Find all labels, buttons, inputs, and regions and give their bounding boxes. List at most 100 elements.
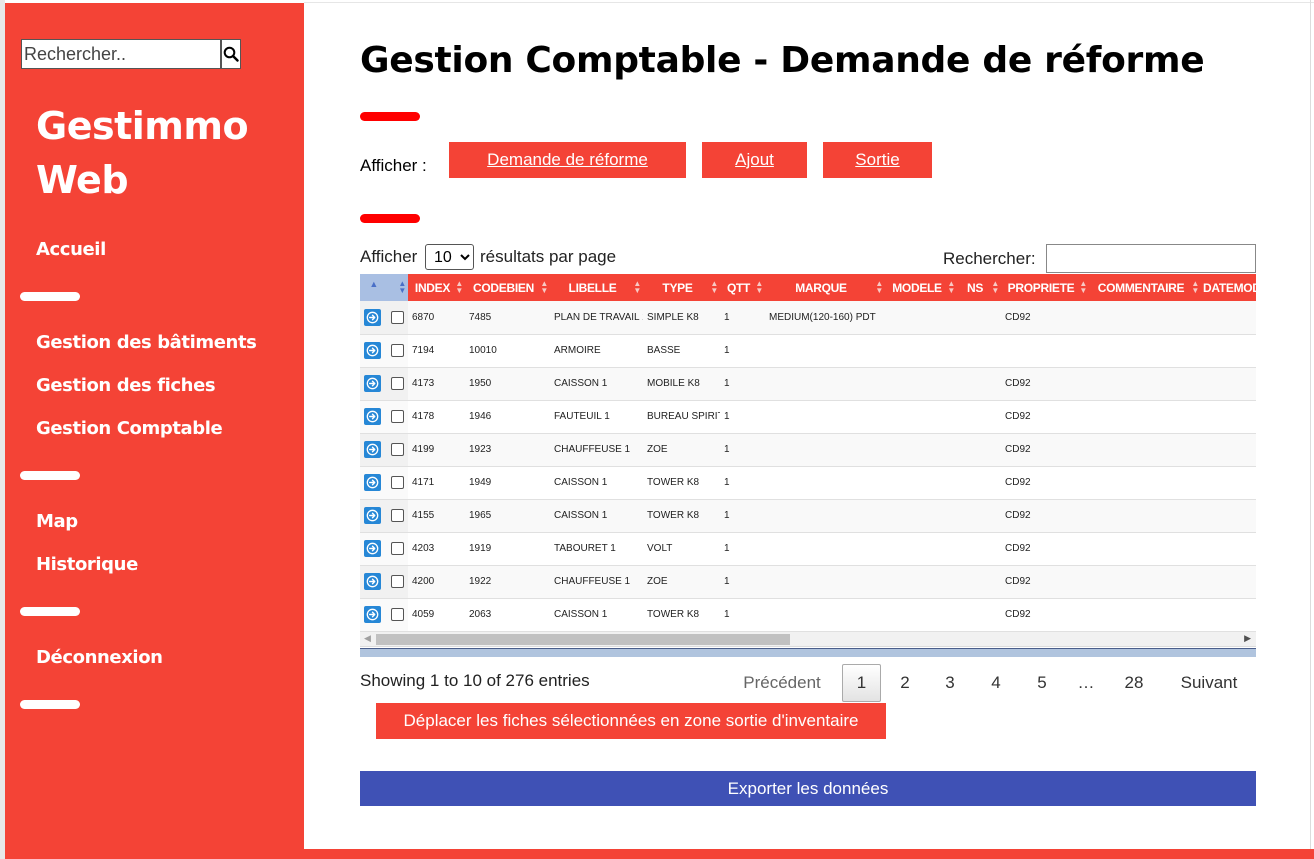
- table-row[interactable]: 7194 10010 ARMOIRE BASSE 1: [360, 334, 1256, 368]
- cell-codebien: 1923: [465, 433, 550, 467]
- horizontal-scrollbar[interactable]: ◀ ▶: [360, 632, 1256, 647]
- table-row[interactable]: 4171 1949 CAISSON 1 TOWER K8 1 CD92: [360, 466, 1256, 500]
- pagination-page-2[interactable]: 2: [887, 664, 923, 702]
- row-checkbox[interactable]: [391, 542, 404, 555]
- cell-commentaire: [1089, 499, 1201, 533]
- sidebar-item-historique[interactable]: Historique: [36, 554, 138, 575]
- filter-ajout-button[interactable]: Ajout: [702, 142, 807, 178]
- column-header-propriete[interactable]: PROPRIETE ▲ ▼: [1001, 274, 1089, 301]
- row-checkbox[interactable]: [391, 377, 404, 390]
- table-row[interactable]: 4173 1950 CAISSON 1 MOBILE K8 1 CD92: [360, 367, 1256, 401]
- arrow-circle-right-icon[interactable]: [364, 441, 381, 458]
- row-checkbox[interactable]: [391, 410, 404, 423]
- sidebar-item-batiments[interactable]: Gestion des bâtiments: [36, 332, 257, 353]
- cell-qtt: 1: [720, 466, 765, 500]
- column-header-codebien[interactable]: CODEBIEN ▲ ▼: [465, 274, 550, 301]
- column-header-ns[interactable]: NS ▲ ▼: [957, 274, 1001, 301]
- arrow-circle-right-icon[interactable]: [364, 375, 381, 392]
- arrow-circle-right-icon[interactable]: [364, 308, 381, 326]
- sidebar-search-button[interactable]: [221, 39, 241, 69]
- arrow-circle-right-icon[interactable]: [364, 408, 381, 425]
- table-row[interactable]: 4200 1922 CHAUFFEUSE 1 ZOE 1 CD92: [360, 565, 1256, 599]
- arrow-circle-right-icon[interactable]: [364, 606, 381, 623]
- arrow-circle-right-icon[interactable]: [364, 573, 381, 590]
- sidebar-item-deconnexion[interactable]: Déconnexion: [36, 647, 163, 668]
- cell-propriete: CD92: [1001, 532, 1089, 566]
- row-checkbox[interactable]: [391, 310, 404, 324]
- table-row[interactable]: 4155 1965 CAISSON 1 TOWER K8 1 CD92: [360, 499, 1256, 533]
- row-checkbox[interactable]: [391, 443, 404, 456]
- filter-reforme-button[interactable]: Demande de réforme: [449, 142, 686, 178]
- column-header-type[interactable]: TYPE ▲ ▼: [643, 274, 720, 301]
- table-row[interactable]: 4199 1923 CHAUFFEUSE 1 ZOE 1 CD92: [360, 433, 1256, 467]
- row-action-cell: [360, 400, 387, 434]
- table-row[interactable]: 4203 1919 TABOURET 1 VOLT 1 CD92: [360, 532, 1256, 566]
- sidebar-item-comptable[interactable]: Gestion Comptable: [36, 418, 223, 439]
- cell-propriete: CD92: [1001, 433, 1089, 467]
- arrow-circle-right-icon[interactable]: [364, 342, 381, 359]
- arrow-circle-right-icon[interactable]: [364, 474, 381, 491]
- page-length-select[interactable]: 10: [425, 244, 474, 270]
- column-header-index[interactable]: INDEX ▲ ▼: [408, 274, 465, 301]
- column-header-commentaire[interactable]: COMMENTAIRE ▲ ▼: [1089, 274, 1201, 301]
- pagination-page-1[interactable]: 1: [842, 664, 881, 702]
- sort-arrows-icon: ▲ ▼: [1079, 279, 1087, 295]
- row-checkbox[interactable]: [391, 575, 404, 588]
- cell-ns: [957, 301, 1001, 335]
- sidebar: Gestimmo Web Accueil Gestion des bâtimen…: [5, 3, 304, 859]
- column-header-datemodif[interactable]: DATEMODIF: [1201, 274, 1256, 301]
- sidebar-divider: [20, 471, 80, 480]
- table-row[interactable]: 6870 7485 PLAN DE TRAVAIL 1 SIMPLE K8 1 MEDIU…: [360, 301, 1256, 335]
- scroll-right-icon[interactable]: ▶: [1244, 633, 1251, 644]
- cell-commentaire: [1089, 301, 1201, 335]
- pagination-page-4[interactable]: 4: [978, 664, 1014, 702]
- pagination-previous[interactable]: Précédent: [733, 664, 831, 702]
- column-header-modele[interactable]: MODELE ▲ ▼: [885, 274, 957, 301]
- arrow-circle-right-icon[interactable]: [364, 507, 381, 524]
- cell-codebien: 1949: [465, 466, 550, 500]
- table-row[interactable]: 4178 1946 FAUTEUIL 1 BUREAU SPIRIT 1 CD92: [360, 400, 1256, 434]
- cell-libelle: FAUTEUIL 1: [550, 400, 643, 434]
- move-selected-button[interactable]: Déplacer les fiches sélectionnées en zon…: [376, 703, 886, 739]
- cell-type: TOWER K8: [643, 598, 720, 632]
- row-checkbox[interactable]: [391, 476, 404, 489]
- column-header-libelle[interactable]: LIBELLE ▲ ▼: [550, 274, 643, 301]
- export-data-button[interactable]: Exporter les données: [360, 771, 1256, 806]
- cell-type: VOLT: [643, 532, 720, 566]
- pagination-next[interactable]: Suivant: [1166, 664, 1252, 702]
- row-action-cell: [360, 499, 387, 533]
- scroll-left-icon[interactable]: ◀: [364, 633, 371, 644]
- filter-underline: [360, 214, 420, 223]
- row-checkbox[interactable]: [391, 509, 404, 522]
- column-header-marque[interactable]: MARQUE ▲ ▼: [765, 274, 885, 301]
- sidebar-search-input[interactable]: [21, 39, 221, 69]
- column-header-qtt[interactable]: QTT ▲ ▼: [720, 274, 765, 301]
- cell-modele: [885, 400, 957, 434]
- scrollbar-thumb[interactable]: [376, 634, 790, 645]
- cell-libelle: CAISSON 1: [550, 367, 643, 401]
- sidebar-item-accueil[interactable]: Accueil: [36, 239, 106, 260]
- data-table-scroll: ▲ ▲ ▼ INDEX ▲ ▼ CODEBIEN ▲ ▼ LIBELLE ▲ ▼ TYPE ▲ ▼…: [360, 274, 1256, 632]
- brand-logo-text[interactable]: Gestimmo Web: [36, 99, 249, 207]
- sidebar-item-map[interactable]: Map: [36, 511, 78, 532]
- cell-commentaire: [1089, 466, 1201, 500]
- table-search-input[interactable]: [1046, 244, 1256, 273]
- cell-modele: [885, 598, 957, 632]
- cell-datemodif: [1201, 367, 1256, 401]
- filter-sortie-button[interactable]: Sortie: [823, 142, 932, 178]
- cell-propriete: CD92: [1001, 598, 1089, 632]
- cell-qtt: 1: [720, 367, 765, 401]
- pagination-page-3[interactable]: 3: [932, 664, 968, 702]
- column-header-select[interactable]: ▲ ▼: [387, 274, 408, 301]
- pagination-page-last[interactable]: 28: [1112, 664, 1156, 702]
- sidebar-item-fiches[interactable]: Gestion des fiches: [36, 375, 216, 396]
- pagination-page-5[interactable]: 5: [1024, 664, 1060, 702]
- cell-marque: [765, 466, 885, 500]
- column-header-label: DATEMODIF: [1203, 280, 1256, 295]
- row-checkbox[interactable]: [391, 608, 404, 621]
- arrow-circle-right-icon[interactable]: [364, 540, 381, 557]
- table-row[interactable]: 4059 2063 CAISSON 1 TOWER K8 1 CD92: [360, 598, 1256, 632]
- row-checkbox[interactable]: [391, 344, 404, 357]
- row-action-cell: [360, 334, 387, 368]
- column-header-action[interactable]: ▲: [360, 274, 387, 301]
